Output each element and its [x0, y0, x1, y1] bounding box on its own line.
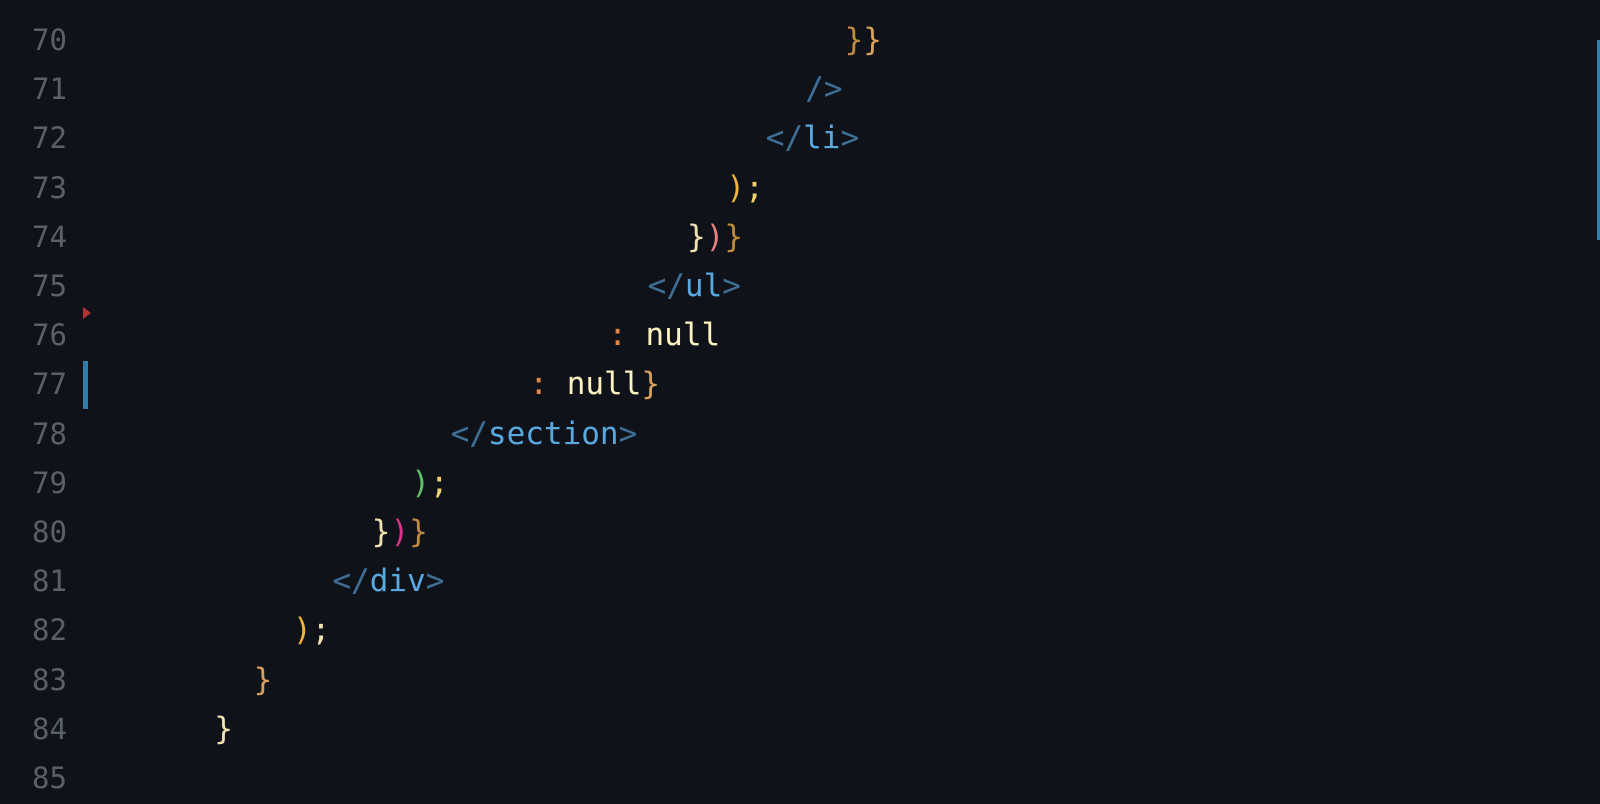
line-number: 75 — [32, 269, 67, 303]
code-line[interactable]: </div> — [332, 561, 444, 601]
code-line[interactable]: </ul> — [648, 266, 741, 306]
code-token: : — [608, 317, 646, 354]
code-token: } — [371, 514, 391, 550]
line-number-gutter[interactable]: 70 71 72 73 74 75 76 77 78 79 80 81 82 83 84 85 — [0, 0, 118, 804]
code-line[interactable]: : null — [608, 315, 720, 355]
code-line[interactable]: })} — [687, 217, 743, 257]
code-line[interactable]: ); — [411, 463, 448, 503]
code-token: /> — [805, 71, 843, 108]
code-line[interactable]: }} — [845, 20, 882, 60]
code-line[interactable]: } — [214, 709, 233, 749]
line-number: 71 — [32, 72, 67, 107]
code-line[interactable]: ); — [293, 610, 330, 650]
code-token: ) — [705, 218, 725, 255]
code-token: ) — [726, 169, 746, 206]
code-token: > — [722, 268, 741, 304]
code-token: section — [487, 415, 619, 452]
code-token: </ — [332, 563, 370, 600]
breakpoint-marker-icon[interactable] — [83, 307, 91, 319]
code-token: ul — [684, 268, 723, 304]
code-token: } — [641, 366, 661, 403]
line-number: 82 — [32, 613, 67, 648]
line-number: 76 — [32, 318, 67, 353]
line-number: 80 — [32, 515, 67, 549]
code-line[interactable]: })} — [372, 512, 428, 552]
code-token: ; — [311, 612, 331, 649]
line-number: 70 — [32, 23, 67, 57]
line-number: 79 — [32, 465, 67, 500]
code-token: } — [214, 710, 233, 747]
code-token: } — [253, 661, 273, 698]
code-token: > — [425, 563, 445, 600]
line-number: 85 — [32, 761, 67, 795]
code-line[interactable]: /> — [805, 69, 842, 109]
code-token: ) — [293, 612, 312, 649]
code-token: null — [645, 317, 721, 354]
code-token: } — [724, 218, 744, 255]
line-number: 81 — [32, 564, 67, 599]
code-token: div — [369, 563, 426, 600]
code-token: ) — [390, 514, 410, 550]
code-token: } — [687, 218, 706, 255]
code-line[interactable]: ); — [726, 168, 763, 208]
code-token: } — [863, 22, 882, 58]
scrollbar[interactable] — [1590, 0, 1600, 804]
code-token: } — [844, 22, 864, 58]
code-line[interactable]: </li> — [766, 118, 859, 158]
line-number: 84 — [32, 711, 67, 746]
line-number: 83 — [32, 662, 67, 697]
code-token: > — [618, 415, 638, 452]
line-number: 72 — [32, 121, 67, 156]
code-token: > — [840, 120, 860, 157]
code-token: </ — [450, 415, 488, 452]
code-token: } — [409, 514, 428, 550]
code-token: </ — [647, 268, 685, 304]
line-number: 78 — [32, 416, 67, 451]
line-number: 74 — [32, 219, 67, 254]
code-token: ; — [429, 464, 449, 501]
code-token: null — [566, 366, 642, 403]
code-line[interactable]: : null} — [529, 364, 660, 404]
code-editor[interactable]: 70 71 72 73 74 75 76 77 78 79 80 81 82 83 84 85 }}/> </l… — [0, 0, 1600, 804]
line-number: 73 — [32, 170, 67, 205]
code-token: : — [529, 366, 567, 403]
code-token: ) — [411, 464, 430, 501]
code-token: ; — [745, 169, 764, 206]
code-token: </ — [765, 120, 804, 157]
code-line[interactable]: } — [254, 660, 273, 700]
code-token: li — [803, 120, 841, 157]
code-line[interactable]: </section> — [451, 414, 638, 454]
git-modified-indicator — [83, 361, 88, 409]
